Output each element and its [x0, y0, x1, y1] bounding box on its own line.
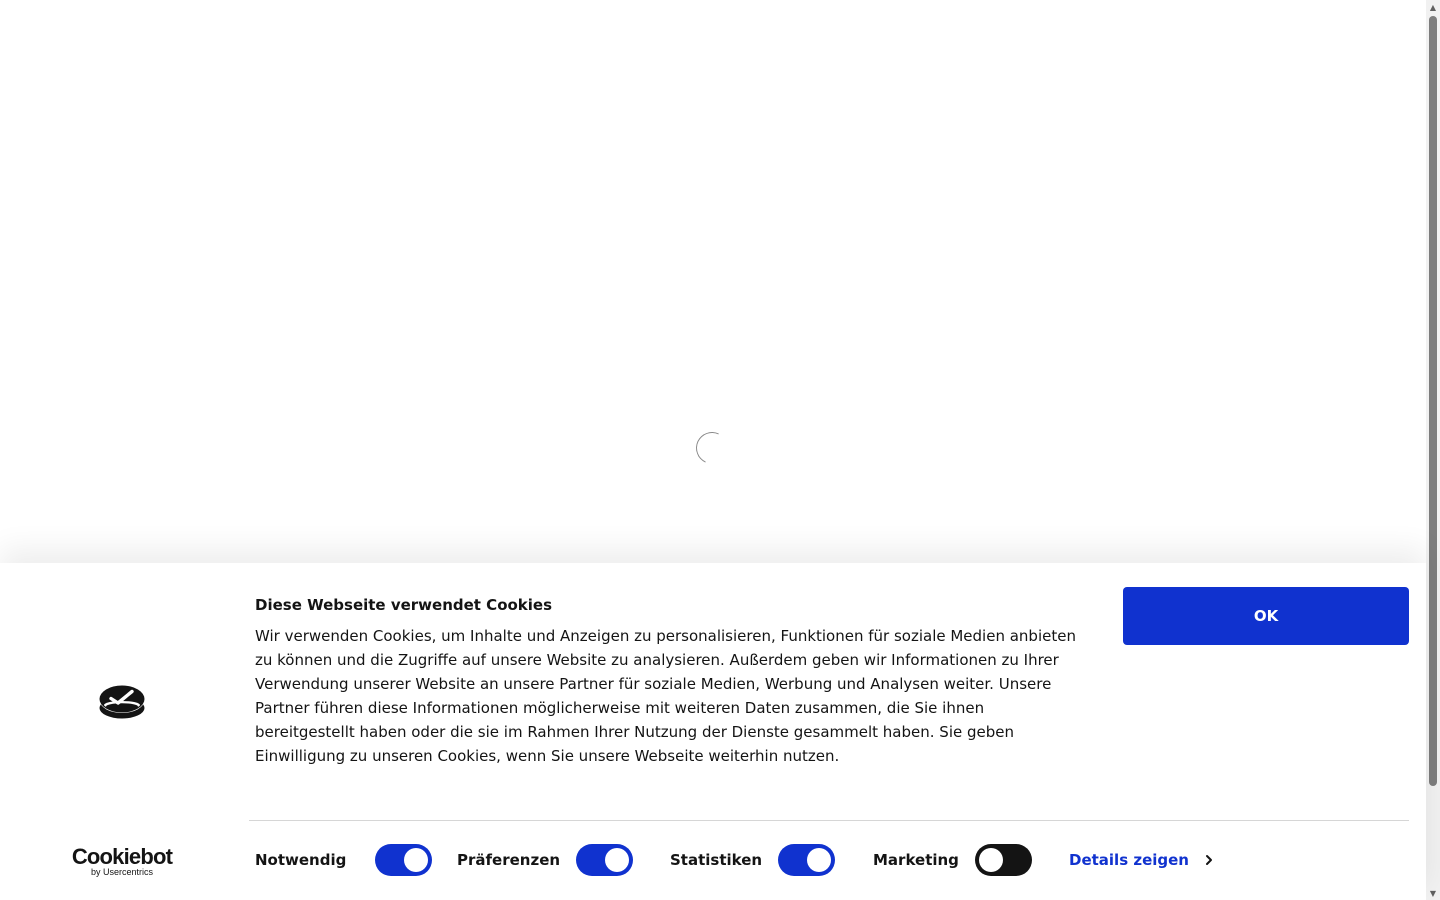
details-link-label: Details zeigen	[1069, 851, 1189, 869]
toggle-switch-marketing[interactable]	[974, 844, 1032, 876]
toggle-label-statistiken: Statistiken	[670, 851, 763, 869]
details-link[interactable]: Details zeigen	[1069, 848, 1215, 872]
toggle-knob	[605, 848, 630, 872]
toggle-label-notwendig: Notwendig	[255, 851, 347, 869]
banner-title: Diese Webseite verwendet Cookies	[255, 596, 553, 614]
toggle-label-marketing: Marketing	[873, 851, 959, 869]
toggle-group-statistiken: Statistiken	[670, 844, 836, 876]
cookiebot-brand-logo[interactable]: Cookiebot by Usercentrics	[70, 846, 174, 878]
cookiebot-brand-name: Cookiebot	[71, 844, 173, 869]
scroll-down-arrow-icon[interactable]: ▼	[1426, 886, 1440, 900]
toggle-knob	[978, 848, 1003, 872]
toggle-group-marketing: Marketing	[873, 844, 1032, 876]
scrollbar[interactable]: ▲ ▼	[1426, 0, 1440, 900]
toggle-group-notwendig: Notwendig	[255, 844, 433, 876]
toggle-group-praeferenzen: Präferenzen	[457, 844, 634, 876]
banner-description: Wir verwenden Cookies, um Inhalte und An…	[255, 627, 1076, 765]
scrollbar-thumb[interactable]	[1429, 16, 1437, 786]
toggle-knob	[404, 848, 429, 872]
toggle-label-praeferenzen: Präferenzen	[457, 851, 561, 869]
toggle-switch-praeferenzen[interactable]	[576, 844, 634, 876]
banner-divider	[249, 820, 1409, 821]
scroll-up-arrow-icon[interactable]: ▲	[1426, 0, 1440, 14]
chevron-right-icon	[1206, 855, 1212, 865]
loading-spinner-icon	[691, 427, 733, 469]
cookiebot-logo-icon	[99, 685, 145, 719]
toggle-knob	[807, 848, 832, 872]
toggle-switch-notwendig[interactable]	[375, 844, 433, 876]
toggle-switch-statistiken[interactable]	[778, 844, 836, 876]
ok-button[interactable]: OK	[1123, 587, 1409, 645]
